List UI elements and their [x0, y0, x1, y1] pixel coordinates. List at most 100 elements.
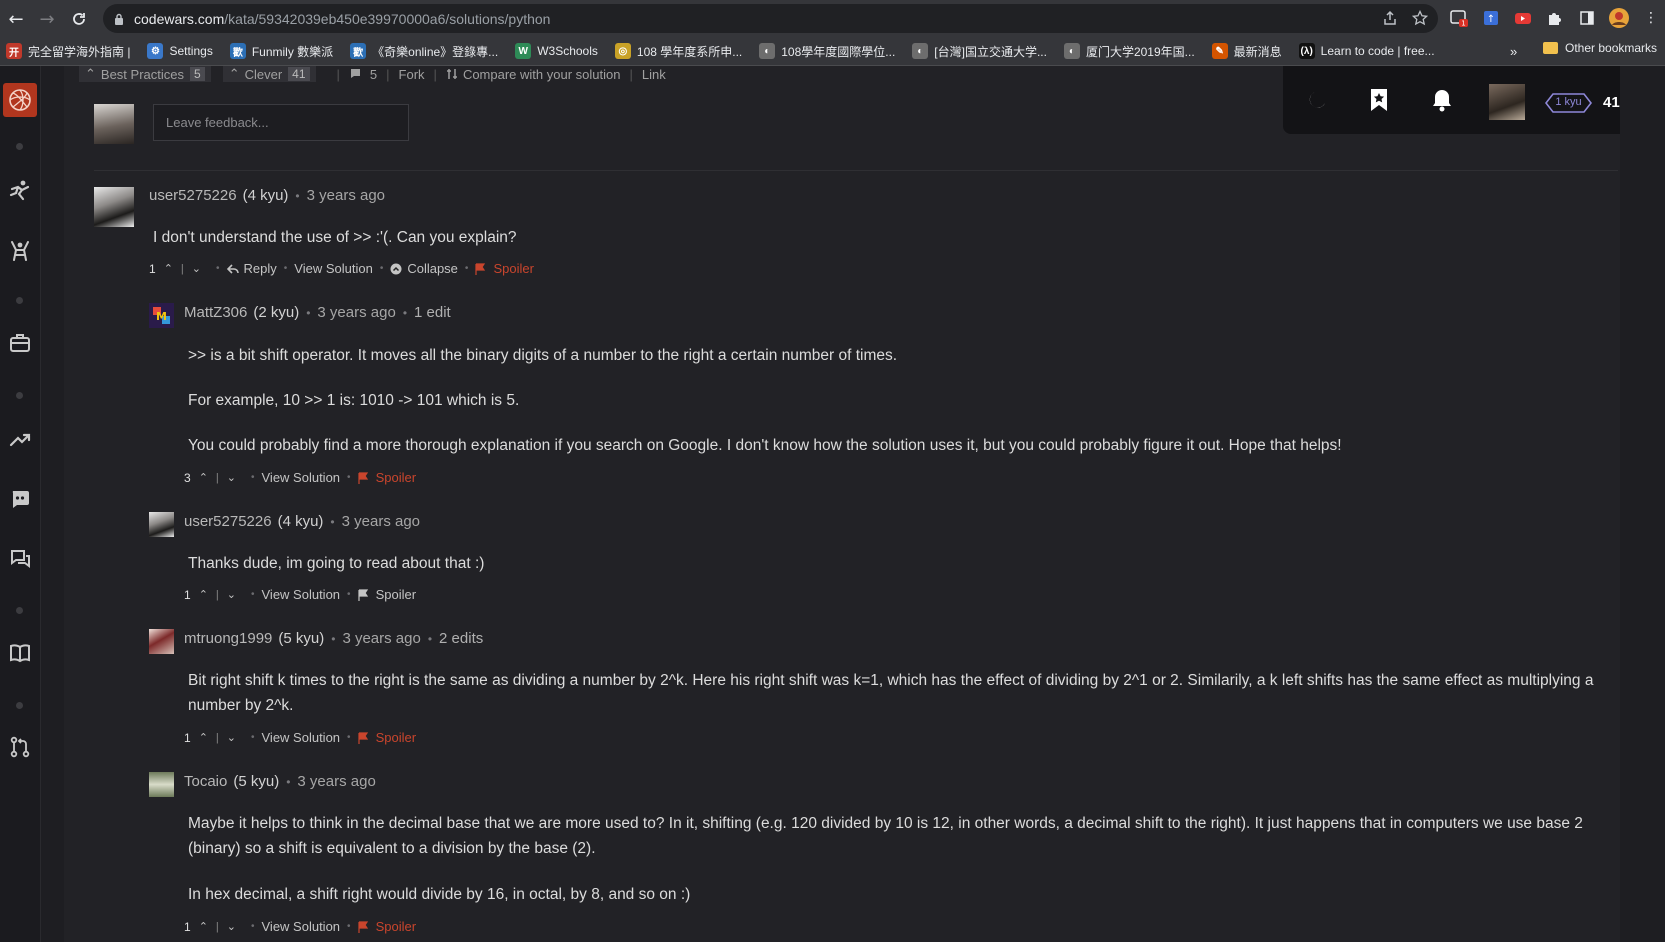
comments-count: 5 — [369, 66, 378, 82]
bookmark-item[interactable]: ◐ [台灣]国立交通大学... — [912, 43, 1047, 60]
bookmark-item[interactable]: ⚙ Settings — [147, 43, 213, 59]
bookmark-item[interactable]: W W3Schools — [515, 43, 598, 59]
view-solution-link[interactable]: View Solution — [294, 261, 373, 276]
downvote-icon[interactable]: ⌄ — [227, 588, 236, 601]
bookmark-star-icon[interactable] — [1411, 9, 1429, 31]
spoiler-flag-button[interactable]: Spoiler — [357, 587, 416, 602]
translate-extension-icon[interactable]: ↑ — [1480, 7, 1502, 29]
other-bookmarks-label: Other bookmarks — [1565, 41, 1658, 55]
bookmark-label: 厦门大学2019年国... — [1085, 44, 1195, 59]
spoiler-label: Spoiler — [493, 261, 534, 276]
bookmark-favicon-icon: (λ) — [1298, 43, 1315, 59]
bookmark-star-icon[interactable] — [1367, 88, 1391, 112]
my-avatar — [94, 104, 134, 144]
video-extension-icon[interactable] — [1512, 7, 1534, 29]
comments-toggle[interactable]: 5 — [349, 67, 377, 82]
user-avatar[interactable] — [1489, 84, 1525, 120]
downvote-icon[interactable]: ⌄ — [192, 262, 201, 275]
extension-badge-icon[interactable]: 1 — [1448, 7, 1470, 29]
compare-link[interactable]: Compare with your solution — [446, 66, 621, 82]
bookmark-item[interactable]: 歡 Funmily 數樂派 — [229, 43, 333, 60]
discussion-icon[interactable] — [8, 547, 32, 571]
downvote-icon[interactable]: ⌄ — [227, 471, 236, 484]
upvote-icon[interactable]: ⌃ — [199, 588, 208, 601]
best-practices-button[interactable]: ⌃ Best Practices 5 — [79, 66, 211, 82]
bookmark-item[interactable]: 开完全留学海外指南 | — [6, 43, 130, 60]
comment-header: MattZ306 (2 kyu) • 3 years ago • 1 edit — [184, 304, 451, 321]
briefcase-icon[interactable] — [8, 331, 32, 355]
spoiler-flag-button[interactable]: Spoiler — [357, 470, 416, 485]
dark-mode-moon-icon[interactable] — [1305, 88, 1329, 112]
upvote-icon[interactable]: ⌃ — [199, 920, 208, 933]
address-bar[interactable]: codewars.com/kata/59342039eb450e39970000… — [103, 4, 1438, 33]
svg-text:M: M — [156, 310, 167, 323]
bookmark-item[interactable]: ✎ 最新消息 — [1211, 43, 1282, 60]
comment-username[interactable]: MattZ306 — [184, 304, 247, 321]
compare-label: Compare with your solution — [462, 66, 621, 82]
codewars-logo-icon[interactable] — [3, 83, 37, 117]
comment-avatar: M — [149, 303, 174, 328]
share-icon[interactable] — [1382, 10, 1398, 31]
comment-edits: 1 edit — [414, 304, 451, 321]
back-icon[interactable]: ← — [0, 3, 32, 35]
flag-icon — [475, 262, 486, 275]
practice-icon[interactable] — [8, 239, 32, 263]
upvote-icon[interactable]: ⌃ — [199, 471, 208, 484]
reply-label: Reply — [243, 261, 277, 276]
collapse-button[interactable]: Collapse — [390, 261, 458, 276]
view-solution-link[interactable]: View Solution — [262, 470, 341, 485]
upvote-icon[interactable]: ⌃ — [164, 262, 173, 275]
comment-username[interactable]: mtruong1999 — [184, 630, 272, 647]
bookmark-label: 最新消息 — [1233, 44, 1282, 59]
side-panel-icon[interactable] — [1576, 7, 1598, 29]
comment-username[interactable]: user5275226 — [184, 513, 272, 530]
rail-separator-dot — [16, 392, 23, 399]
menu-kebab-icon[interactable]: ⋮ — [1640, 7, 1662, 29]
bookmarks-bar: 开完全留学海外指南 | ⚙ Settings 歡 Funmily 數樂派歡《奇樂onli… — [0, 37, 1665, 66]
spoiler-flag-button[interactable]: Spoiler — [475, 261, 534, 276]
trending-icon[interactable] — [8, 427, 32, 451]
link-link[interactable]: Link — [642, 67, 666, 82]
bookmark-item[interactable]: ◐ 108學年度國際學位... — [759, 43, 895, 60]
bookmark-label: Settings — [169, 44, 213, 58]
docs-book-icon[interactable] — [8, 641, 32, 665]
spoiler-flag-button[interactable]: Spoiler — [357, 730, 416, 745]
comment-text: In hex decimal, a shift right would divi… — [188, 886, 691, 903]
feedback-input[interactable] — [153, 104, 409, 141]
flag-icon — [357, 471, 368, 484]
comment-text: >> is a bit shift operator. It moves all… — [188, 347, 898, 364]
flag-icon — [357, 731, 368, 744]
profile-avatar-icon[interactable] — [1608, 7, 1630, 29]
training-icon[interactable] — [8, 178, 32, 202]
bookmark-item[interactable]: (λ) Learn to code | free... — [1298, 43, 1435, 59]
notifications-bell-icon[interactable] — [1430, 88, 1454, 112]
bookmark-item[interactable]: 歡《奇樂online》登錄專... — [350, 43, 498, 60]
comment-text: You could probably find a more thorough … — [188, 437, 1342, 454]
reply-button[interactable]: Reply — [226, 261, 277, 276]
bookmark-favicon-icon: 歡 — [229, 43, 246, 59]
bookmark-item[interactable]: ◐ 厦门大学2019年国... — [1063, 43, 1195, 60]
discord-icon[interactable] — [8, 486, 32, 510]
other-bookmarks[interactable]: Other bookmarks — [1543, 41, 1657, 55]
upvote-icon[interactable]: ⌃ — [199, 731, 208, 744]
comment-username[interactable]: user5275226 — [149, 187, 237, 204]
view-solution-link[interactable]: View Solution — [262, 587, 341, 602]
bookmark-item[interactable]: ◎ 108 學年度系所申... — [614, 43, 742, 60]
pull-request-icon[interactable] — [8, 735, 32, 759]
clever-button[interactable]: ⌃ Clever 41 — [222, 66, 316, 82]
comment-text: I don't understand the use of >> :'(. Ca… — [153, 229, 517, 246]
view-solution-link[interactable]: View Solution — [262, 919, 341, 934]
bookmarks-overflow-icon[interactable]: » — [1510, 44, 1517, 59]
view-solution-link[interactable]: View Solution — [262, 730, 341, 745]
extensions-puzzle-icon[interactable] — [1544, 7, 1566, 29]
comment-username[interactable]: Tocaio — [184, 773, 227, 790]
fork-link[interactable]: Fork — [399, 67, 425, 82]
downvote-icon[interactable]: ⌄ — [227, 731, 236, 744]
forward-icon[interactable]: → — [31, 3, 63, 35]
vote-count: 1 — [184, 587, 191, 602]
spoiler-flag-button[interactable]: Spoiler — [357, 919, 416, 934]
downvote-icon[interactable]: ⌄ — [227, 920, 236, 933]
comment-header: user5275226 (4 kyu) • 3 years ago — [149, 187, 386, 204]
rail-separator-dot — [16, 607, 23, 614]
reload-icon[interactable] — [63, 3, 95, 35]
